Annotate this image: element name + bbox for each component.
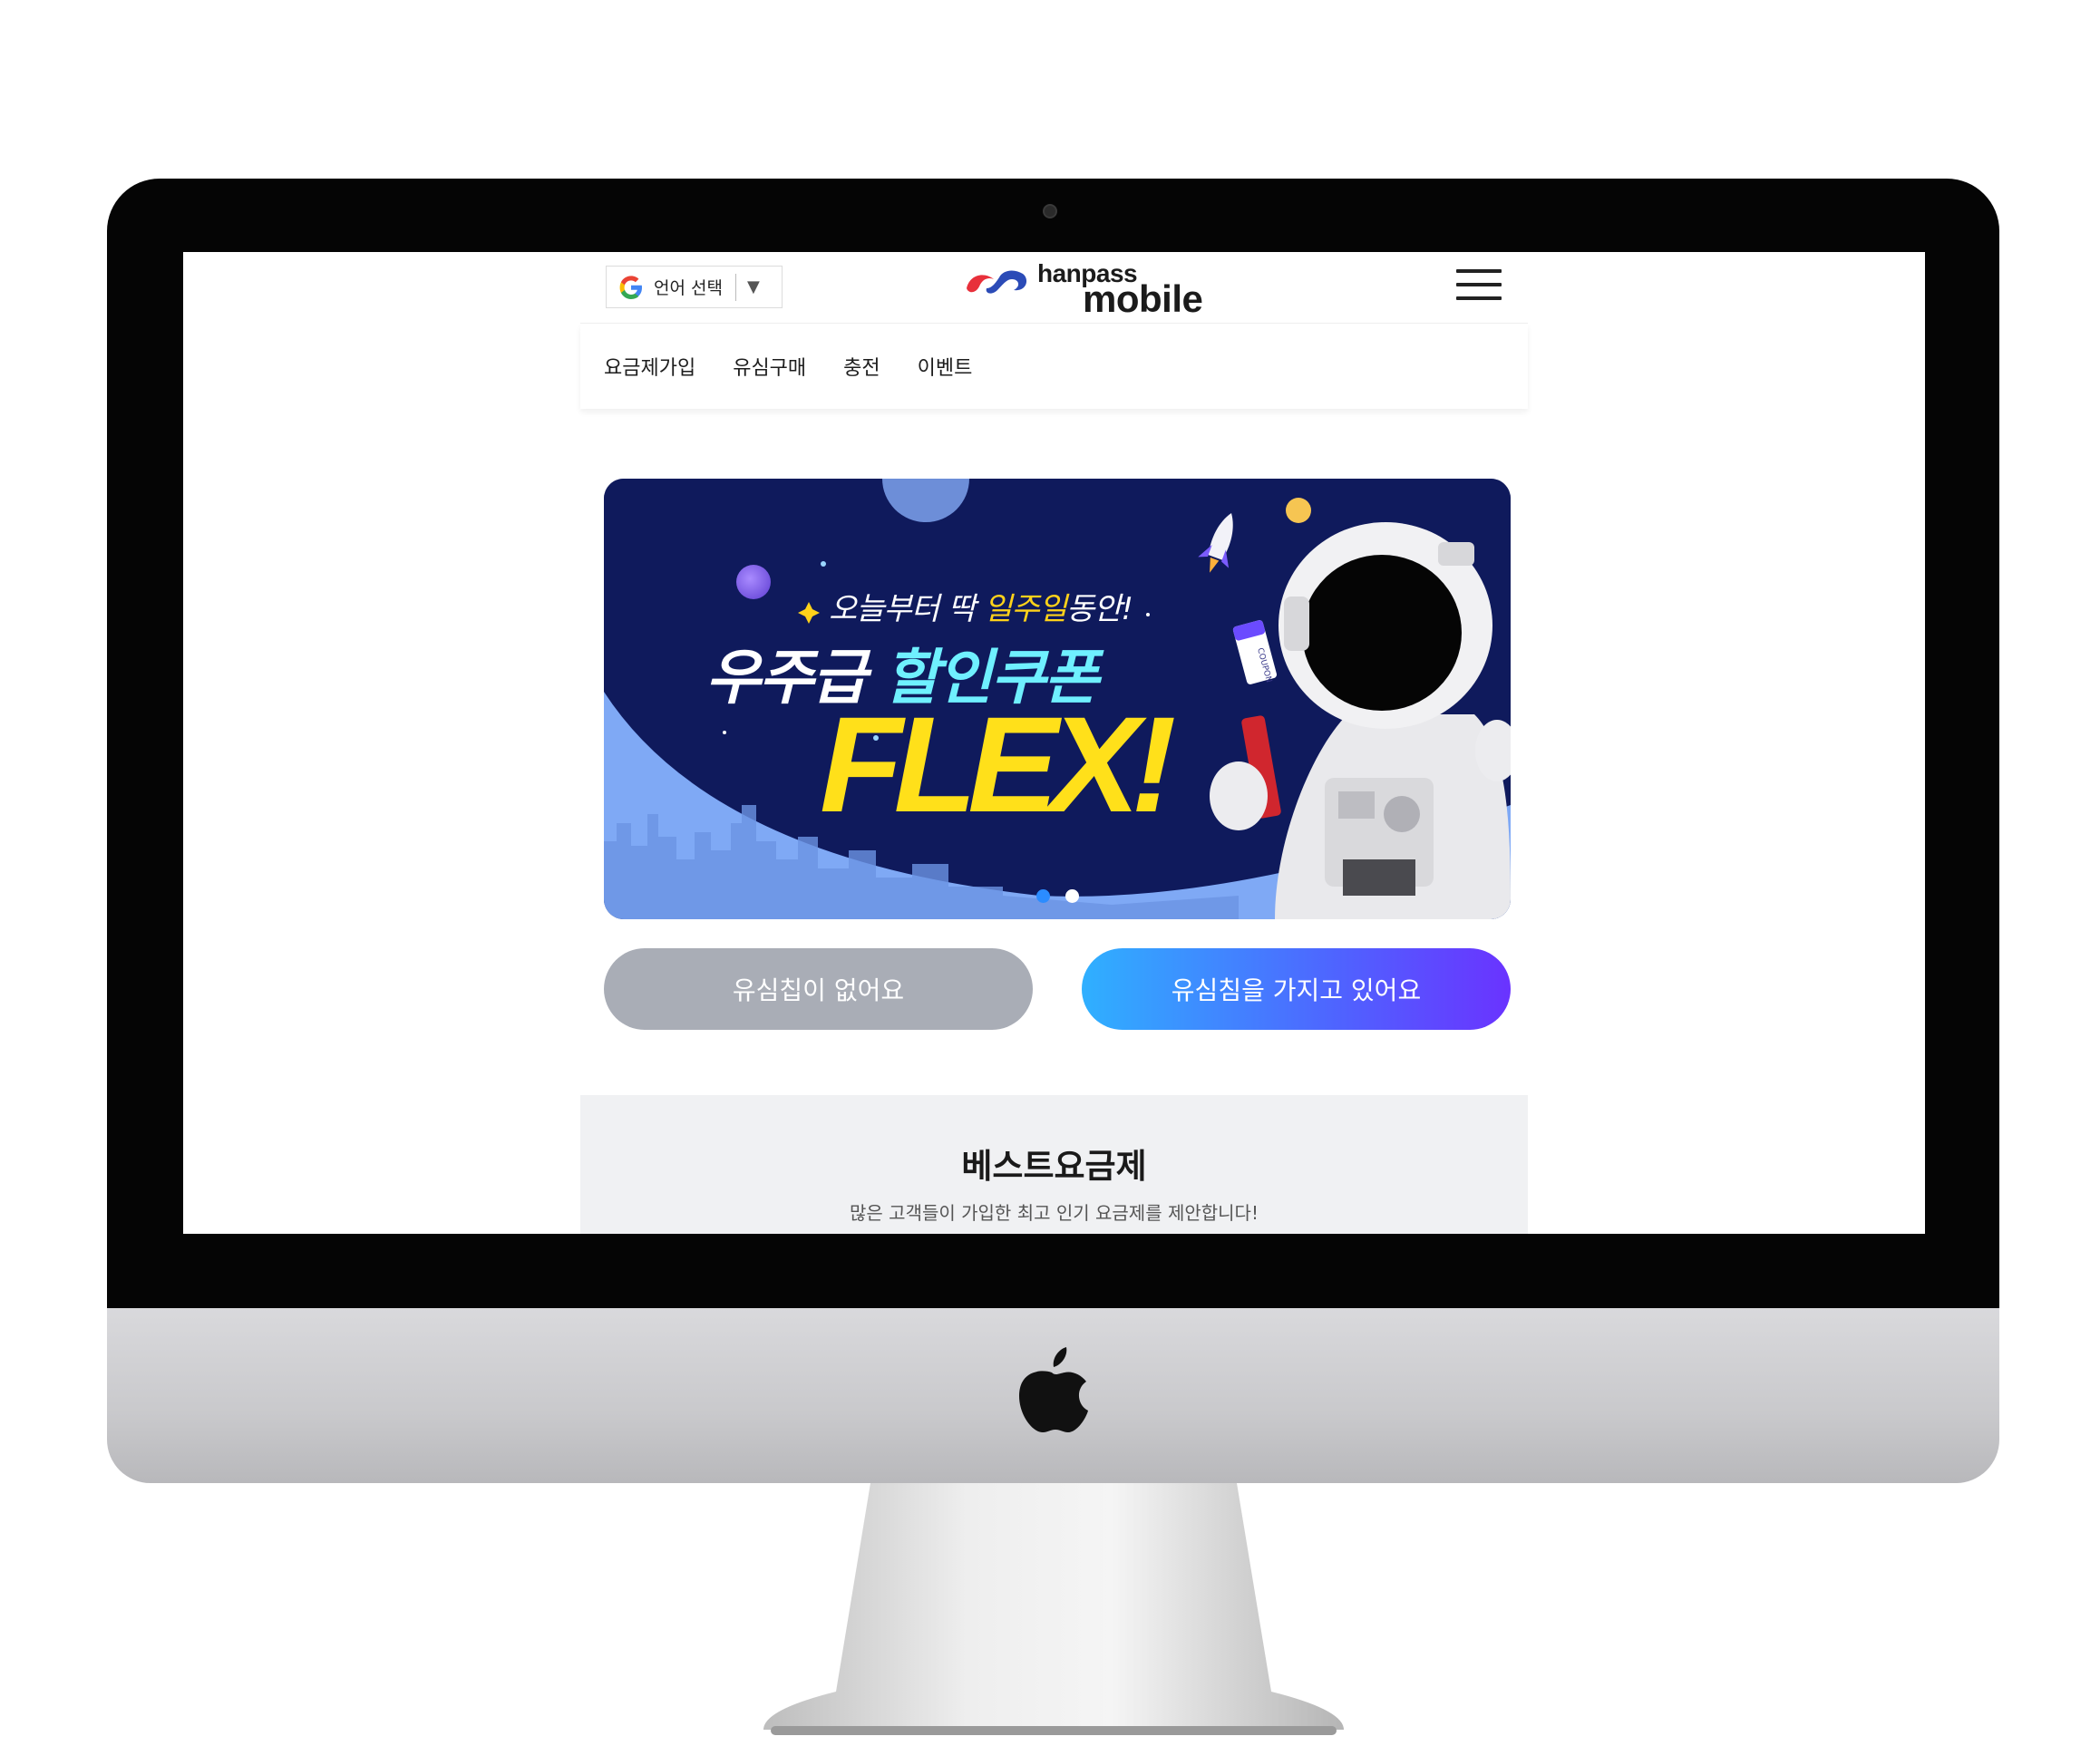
google-g-icon	[619, 275, 642, 299]
nav-item-recharge[interactable]: 충전	[843, 352, 880, 381]
menu-line	[1456, 283, 1502, 286]
promo-banner[interactable]: COUPON 오늘부터 딱 일주일동안! 우주급 할인쿠폰 FLEX!	[604, 479, 1511, 919]
banner-subtitle-highlight: 일주일	[984, 591, 1067, 627]
best-plans-section: 베스트요금제 많은 고객들이 가입한 최고 인기 요금제를 제안합니다!	[580, 1095, 1528, 1234]
site-header: 언어 선택 ▼ hanpass mobile	[580, 252, 1528, 324]
carousel-dot-1[interactable]	[1036, 889, 1050, 903]
menu-line	[1456, 296, 1502, 300]
language-select-label: 언어 선택	[654, 278, 723, 298]
hanpass-mobile-logo[interactable]: hanpass mobile	[963, 259, 1208, 320]
banner-flex-text: FLEX!	[820, 688, 1176, 840]
nav-item-plan-signup[interactable]: 요금제가입	[604, 352, 695, 381]
hamburger-menu-icon[interactable]	[1456, 269, 1502, 306]
nav-item-event[interactable]: 이벤트	[918, 352, 973, 381]
hanpass-logo-mark-icon	[967, 270, 1027, 294]
divider	[734, 273, 736, 301]
banner-subtitle: 오늘부터 딱 일주일동안!	[829, 584, 1133, 628]
have-sim-button[interactable]: 유심침을 가지고 있어요	[1082, 948, 1511, 1030]
banner-subtitle-post: 동안!	[1065, 591, 1133, 627]
menu-line	[1456, 269, 1502, 273]
dropdown-arrow-icon: ▼	[746, 277, 760, 296]
carousel-dots	[1036, 889, 1094, 903]
best-plans-title: 베스트요금제	[961, 1147, 1147, 1186]
no-sim-button[interactable]: 유심칩이 없어요	[604, 948, 1033, 1030]
language-select[interactable]: 언어 선택 ▼	[606, 266, 783, 308]
best-plans-description: 많은 고객들이 가입한 최고 인기 요금제를 제안합니다!	[850, 1202, 1259, 1224]
nav-item-sim-purchase[interactable]: 유심구매	[733, 352, 806, 381]
camera-icon	[1043, 204, 1057, 218]
imac-stand	[763, 1483, 1344, 1735]
mobile-site: 언어 선택 ▼ hanpass mobile 요금제가입 유심구매 충전 이벤트…	[580, 252, 1528, 1234]
main-nav: 요금제가입 유심구매 충전 이벤트	[580, 324, 1528, 409]
logo-text-mobile: mobile	[1083, 277, 1203, 320]
screen: 언어 선택 ▼ hanpass mobile 요금제가입 유심구매 충전 이벤트…	[183, 252, 1925, 1234]
carousel-dot-2[interactable]	[1065, 889, 1079, 903]
banner-subtitle-pre: 오늘부터 딱	[829, 591, 985, 627]
apple-logo-icon	[1019, 1347, 1088, 1432]
